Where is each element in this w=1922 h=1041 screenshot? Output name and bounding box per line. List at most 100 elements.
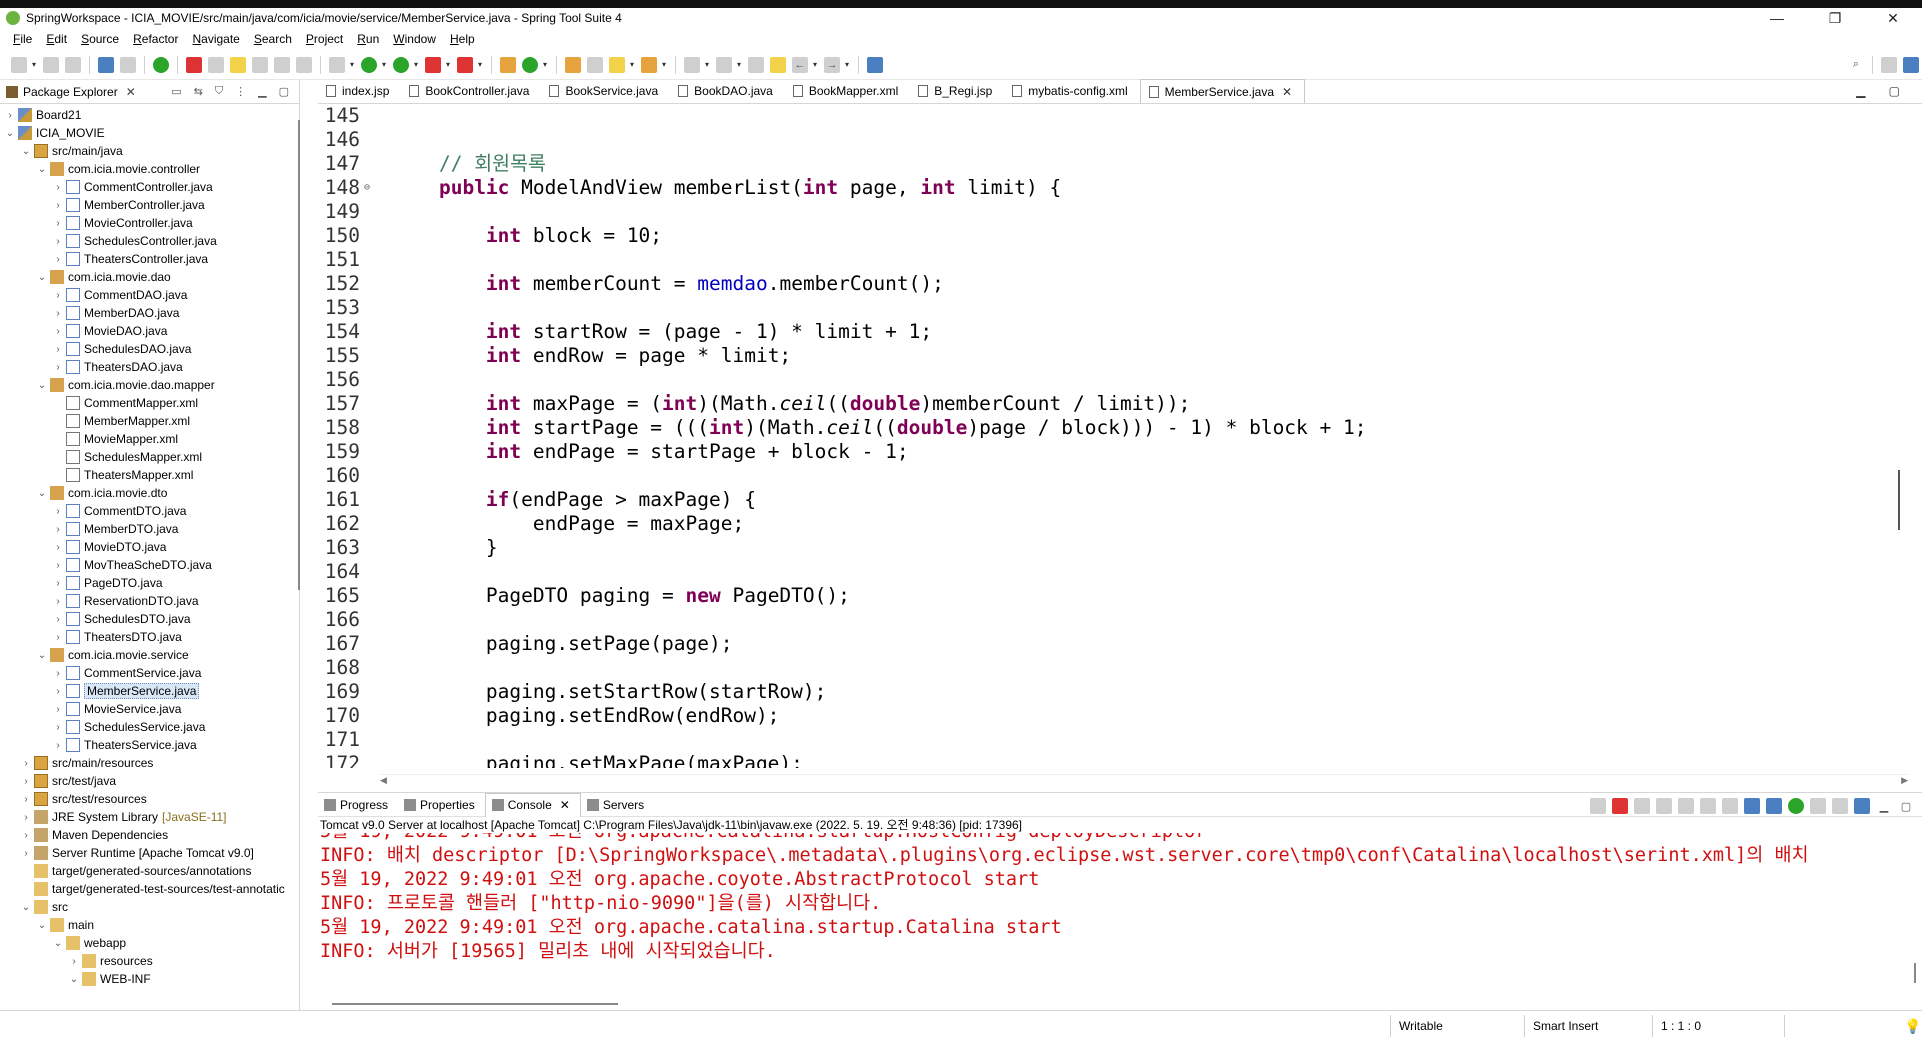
tab-console[interactable]: Console ✕ <box>484 792 581 817</box>
save-icon[interactable] <box>43 56 59 73</box>
tree-item-theatersdto-java[interactable]: › TheatersDTO.java <box>0 628 296 646</box>
skip-breakpoints-icon[interactable] <box>120 56 136 73</box>
collapsed-chevron-icon[interactable]: › <box>52 290 64 301</box>
spring-boot-icon[interactable] <box>153 56 169 73</box>
highlight-icon[interactable] <box>230 56 246 73</box>
code-line[interactable]: 162 endPage = maxPage; <box>318 512 1922 536</box>
tab-b-regi-jsp[interactable]: B_Regi.jsp <box>910 79 1004 103</box>
menu-refactor[interactable]: Refactor <box>126 32 185 46</box>
new-java-project-icon[interactable] <box>500 56 516 73</box>
package-explorer-tab[interactable]: Package Explorer ✕ ▭ ⇆ ⛉ ⋮ ▁ ▢ <box>0 80 299 104</box>
collapsed-chevron-icon[interactable]: › <box>52 632 64 643</box>
restart-icon[interactable] <box>1590 798 1606 814</box>
back-icon[interactable]: ← <box>792 56 808 73</box>
expanded-chevron-icon[interactable]: ⌄ <box>36 920 48 931</box>
next-annotation-dropdown-icon[interactable]: ▾ <box>703 57 711 73</box>
forward-icon[interactable]: → <box>824 56 840 73</box>
close-button[interactable]: ✕ <box>1864 10 1922 27</box>
tree-item-moviedto-java[interactable]: › MovieDTO.java <box>0 538 296 556</box>
collapsed-chevron-icon[interactable]: › <box>52 578 64 589</box>
close-tab-icon[interactable]: ✕ <box>560 798 570 812</box>
collapsed-chevron-icon[interactable]: › <box>20 758 32 769</box>
tree-item-board21[interactable]: › Board21 <box>0 106 296 124</box>
code-line[interactable]: 167 paging.setPage(page); <box>318 632 1922 656</box>
tree-item-icia-movie[interactable]: ⌄ ICIA_MOVIE <box>0 124 296 142</box>
collapsed-chevron-icon[interactable]: › <box>52 344 64 355</box>
editor-vertical-scrollbar[interactable] <box>1898 470 1900 530</box>
tree-item-web-inf[interactable]: ⌄ WEB-INF <box>0 970 296 986</box>
open-task-icon[interactable] <box>587 56 603 73</box>
coverage-icon[interactable] <box>393 56 409 73</box>
tree-item-memberdto-java[interactable]: › MemberDTO.java <box>0 520 296 538</box>
show-on-stdout-icon[interactable] <box>1744 798 1760 814</box>
code-line[interactable]: 159 int endPage = startPage + block - 1; <box>318 440 1922 464</box>
pin-console-icon[interactable] <box>1788 798 1804 814</box>
collapsed-chevron-icon[interactable]: › <box>52 524 64 535</box>
menu-source[interactable]: Source <box>74 32 126 46</box>
tree-item-resources[interactable]: › resources <box>0 952 296 970</box>
tree-item-schedulesdto-java[interactable]: › SchedulesDTO.java <box>0 610 296 628</box>
tree-item-maven-dependencies[interactable]: › Maven Dependencies <box>0 826 296 844</box>
tab-bookservice-java[interactable]: BookService.java <box>541 79 670 103</box>
debug-dropdown-icon[interactable]: ▾ <box>348 57 356 73</box>
new-class-dropdown-icon[interactable]: ▾ <box>541 57 549 73</box>
open-type-icon[interactable] <box>565 56 581 73</box>
display-console-icon[interactable] <box>1810 798 1826 814</box>
code-line[interactable]: 156 <box>318 368 1922 392</box>
console-vertical-scrollbar[interactable] <box>1914 963 1916 983</box>
tree-item-moviemapper-xml[interactable]: MovieMapper.xml <box>0 430 296 448</box>
editor-minmax-icon[interactable]: ▁ ▢ <box>1856 84 1910 98</box>
tree-item-theatersdao-java[interactable]: › TheatersDAO.java <box>0 358 296 376</box>
tree-item-target-generated-test-sources-test-annotatic[interactable]: target/generated-test-sources/test-annot… <box>0 880 296 898</box>
maximize-view-icon[interactable]: ▢ <box>279 85 289 98</box>
collapsed-chevron-icon[interactable]: › <box>52 254 64 265</box>
back-dropdown-icon[interactable]: ▾ <box>811 57 819 73</box>
code-line[interactable]: 158 int startPage = (((int)(Math.ceil((d… <box>318 416 1922 440</box>
menu-window[interactable]: Window <box>386 32 443 46</box>
stop-dropdown-icon[interactable]: ▾ <box>444 57 452 73</box>
tree-item-main[interactable]: ⌄ main <box>0 916 296 934</box>
tree-item-target-generated-sources-annotations[interactable]: target/generated-sources/annotations <box>0 862 296 880</box>
menu-run[interactable]: Run <box>350 32 386 46</box>
tab-progress[interactable]: Progress <box>318 793 398 817</box>
pin-editor-icon[interactable] <box>770 56 786 73</box>
word-wrap-icon[interactable] <box>1722 798 1738 814</box>
tree-item-src[interactable]: ⌄ src <box>0 898 296 916</box>
tree-item-server-runtime-apache-tomcat-v9-0[interactable]: › Server Runtime [Apache Tomcat v9.0] <box>0 844 296 862</box>
collapsed-chevron-icon[interactable]: › <box>52 542 64 553</box>
expanded-chevron-icon[interactable]: ⌄ <box>68 974 80 985</box>
code-line[interactable]: 155 int endRow = page * limit; <box>318 344 1922 368</box>
tree-item-schedulesdao-java[interactable]: › SchedulesDAO.java <box>0 340 296 358</box>
close-tab-icon[interactable]: ✕ <box>1282 85 1292 99</box>
collapsed-chevron-icon[interactable]: › <box>52 362 64 373</box>
tree-vertical-scrollbar[interactable] <box>298 120 300 590</box>
previous-annotation-dropdown-icon[interactable]: ▾ <box>735 57 743 73</box>
collapsed-chevron-icon[interactable]: › <box>52 182 64 193</box>
open-perspective-icon[interactable] <box>1881 56 1897 73</box>
external-tools-icon[interactable] <box>457 56 473 73</box>
coverage-dropdown-icon[interactable]: ▾ <box>412 57 420 73</box>
tree-item-com-icia-movie-controller[interactable]: ⌄ com.icia.movie.controller <box>0 160 296 178</box>
code-line[interactable]: 160 <box>318 464 1922 488</box>
tab-bookmapper-xml[interactable]: BookMapper.xml <box>785 79 910 103</box>
next-annotation-icon[interactable] <box>684 56 700 73</box>
open-console-icon[interactable] <box>1832 798 1848 814</box>
tree-item-schedulescontroller-java[interactable]: › SchedulesController.java <box>0 232 296 250</box>
collapsed-chevron-icon[interactable]: › <box>52 218 64 229</box>
open-resource-icon[interactable] <box>641 56 657 73</box>
collapsed-chevron-icon[interactable]: › <box>52 704 64 715</box>
remove-launch-icon[interactable] <box>1634 798 1650 814</box>
menu-help[interactable]: Help <box>443 32 482 46</box>
search-icon[interactable]: ⌕ <box>1848 57 1864 73</box>
external-tools-dropdown-icon[interactable]: ▾ <box>476 57 484 73</box>
refresh-icon[interactable] <box>186 56 202 73</box>
fold-toggle-icon[interactable]: ⊖ <box>364 176 384 200</box>
code-line[interactable]: 146 <box>318 128 1922 152</box>
menu-search[interactable]: Search <box>247 32 299 46</box>
debug-icon[interactable] <box>329 56 345 73</box>
collapsed-chevron-icon[interactable]: › <box>20 812 32 823</box>
last-edit-icon[interactable] <box>748 56 764 73</box>
code-line[interactable]: 172 paging.setMaxPage(maxPage); <box>318 752 1922 768</box>
tree-item-src-test-resources[interactable]: › src/test/resources <box>0 790 296 808</box>
new-icon[interactable] <box>11 56 27 73</box>
